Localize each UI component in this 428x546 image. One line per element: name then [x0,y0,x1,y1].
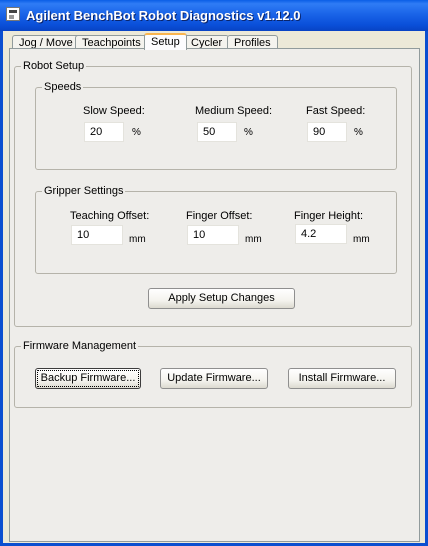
firmware-management-legend: Firmware Management [21,340,139,353]
update-firmware-button[interactable]: Update Firmware... [160,368,268,389]
robot-setup-legend: Robot Setup [21,60,87,73]
slow-speed-label: Slow Speed: [83,105,145,117]
speeds-group: Speeds Slow Speed: 20 % Medium Speed: 50… [35,81,397,170]
app-icon [6,7,20,21]
finger-offset-input[interactable]: 10 [187,225,239,245]
firmware-management-group: Firmware Management Backup Firmware... U… [14,340,412,408]
apply-setup-changes-button[interactable]: Apply Setup Changes [148,288,295,309]
backup-firmware-button[interactable]: Backup Firmware... [35,368,141,389]
slow-speed-unit: % [132,127,141,138]
tab-jog-move[interactable]: Jog / Move [12,35,80,49]
fast-speed-unit: % [354,127,363,138]
medium-speed-unit: % [244,127,253,138]
teaching-offset-unit: mm [129,234,146,245]
gripper-settings-group: Gripper Settings Teaching Offset: 10 mm … [35,185,397,274]
finger-offset-unit: mm [245,234,262,245]
teaching-offset-label: Teaching Offset: [70,210,150,222]
finger-height-unit: mm [353,234,370,245]
robot-setup-group: Robot Setup Speeds Slow Speed: 20 % Medi… [14,60,412,327]
teaching-offset-input[interactable]: 10 [71,225,123,245]
gripper-settings-legend: Gripper Settings [42,185,126,198]
window-title: Agilent BenchBot Robot Diagnostics v1.12… [26,8,301,23]
title-bar: Agilent BenchBot Robot Diagnostics v1.12… [0,0,428,31]
speeds-legend: Speeds [42,81,84,94]
medium-speed-label: Medium Speed: [195,105,273,117]
install-firmware-button[interactable]: Install Firmware... [288,368,396,389]
tab-cycler[interactable]: Cycler [184,35,230,49]
finger-height-label: Finger Height: [294,210,364,222]
fast-speed-input[interactable]: 90 [307,122,347,142]
setup-tab-panel: Robot Setup Speeds Slow Speed: 20 % Medi… [9,48,420,542]
slow-speed-input[interactable]: 20 [84,122,124,142]
fast-speed-label: Fast Speed: [306,105,366,117]
tab-setup[interactable]: Setup [144,33,187,50]
tab-profiles[interactable]: Profiles [227,35,278,49]
finger-offset-label: Finger Offset: [186,210,253,222]
tab-teachpoints[interactable]: Teachpoints [75,35,148,49]
medium-speed-input[interactable]: 50 [197,122,237,142]
finger-height-input[interactable]: 4.2 [295,224,347,244]
